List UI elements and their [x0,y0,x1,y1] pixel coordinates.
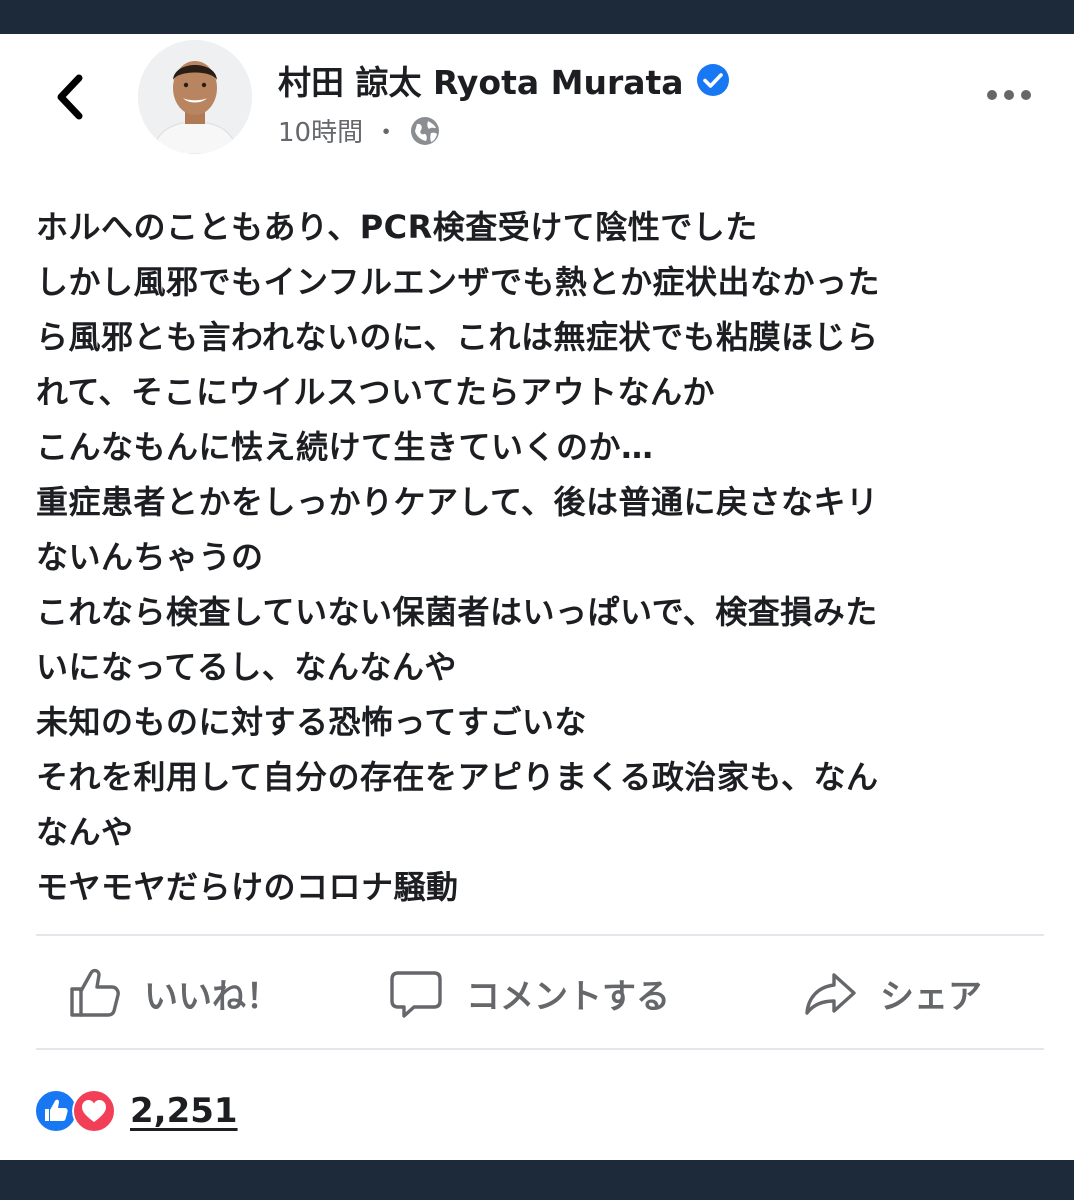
divider-bottom [36,1048,1044,1050]
post-body-line: ないんちゃうの [36,538,264,576]
avatar[interactable] [138,40,252,154]
comment-label: コメントする [466,976,670,1017]
action-bar: いいね！ コメントする シェア [36,936,1044,1050]
like-label: いいね！ [144,976,280,1017]
share-label: シェア [880,976,982,1017]
post-body-line: なんや [36,813,134,851]
share-icon [805,973,856,1015]
thumbs-up-icon [70,968,120,1017]
post-body: ホルへのこともあり、PCR検査受けて陰性でした しかし風邪でもインフルエンザでも… [36,200,1046,915]
post-body-line: 未知のものに対する恐怖ってすごいな [36,703,587,741]
meta-separator: ・ [373,118,400,148]
verified-badge-icon [696,64,729,96]
post-body-line: モヤモヤだらけのコロナ騒動 [36,868,459,906]
post-body-line: 重症患者とかをしっかりケアして、後は普通に戻さなキリ [36,483,879,521]
post-meta: 10時間 ・ [278,112,441,149]
more-options-button[interactable] [980,80,1040,110]
post-body-line: それを利用して自分の存在をアピりまくる政治家も、なん [36,758,879,796]
author-name[interactable]: 村田 諒太 Ryota Murata [278,56,730,104]
globe-icon[interactable] [409,115,441,147]
post-body-line: ら風邪とも言われないのに、これは無症状でも粘膜ほじら [36,318,879,356]
author-name-text: 村田 諒太 Ryota Murata [278,63,684,102]
more-horizontal-icon [987,90,1031,100]
like-button[interactable]: いいね！ [66,936,280,1050]
post-body-line: いになってるし、なんなんや [36,648,457,686]
comment-button[interactable]: コメントする [388,936,670,1050]
reaction-count[interactable]: 2,251 [130,1091,238,1131]
status-bar [0,0,1074,34]
post-body-line: れて、そこにウイルスついてたらアウトなんか [36,373,715,411]
post-body-line: こんなもんに怯え続けて生きていくのか… [36,428,654,466]
post-timestamp[interactable]: 10時間 [278,112,363,149]
chevron-left-icon [57,74,83,120]
share-button[interactable]: シェア [802,936,982,1050]
avatar-photo [138,40,252,154]
bottom-bar [0,1160,1074,1200]
post-body-line: ホルへのこともあり、PCR検査受けて陰性でした [36,208,758,246]
back-button[interactable] [44,72,94,122]
reactions-summary[interactable]: 2,251 [34,1086,238,1136]
post-body-line: これなら検査していない保菌者はいっぱいで、検査損みた [36,593,878,631]
post-card: 村田 諒太 Ryota Murata 10時間 ・ ホルへのこともあり、PCR検… [0,34,1074,1160]
love-reaction-icon [72,1089,116,1133]
comment-icon [390,971,442,1018]
post-body-line: しかし風邪でもインフルエンザでも熱とか症状出なかった [36,263,881,301]
